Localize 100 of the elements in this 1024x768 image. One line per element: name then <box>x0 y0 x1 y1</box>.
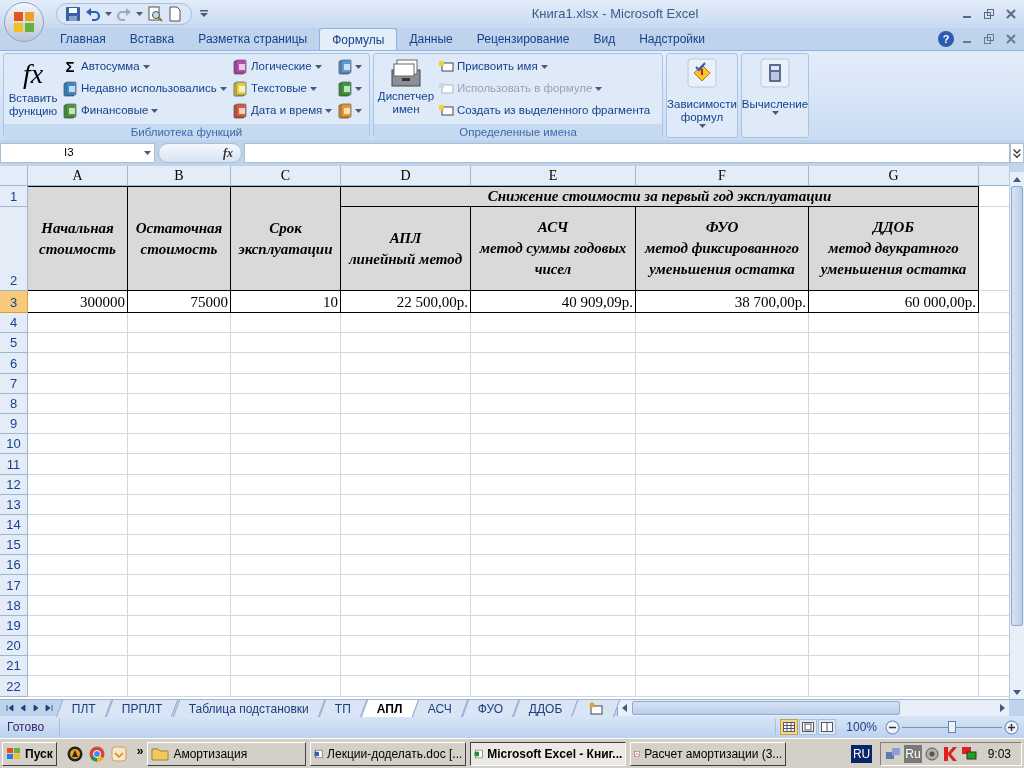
row-header[interactable]: 9 <box>0 413 28 435</box>
column-header[interactable]: D <box>341 166 471 186</box>
start-button[interactable]: Пуск <box>2 741 57 766</box>
view-button[interactable] <box>799 719 818 735</box>
vertical-scrollbar[interactable] <box>1009 166 1024 699</box>
library-menu-button[interactable] <box>337 100 362 122</box>
library-menu-button[interactable]: Текстовые <box>232 78 337 100</box>
sheet-tab[interactable]: АПЛ <box>360 699 419 717</box>
row-header[interactable]: 7 <box>0 373 28 394</box>
sheet-tab[interactable]: ТП <box>318 699 367 717</box>
library-menu-button[interactable] <box>337 56 362 78</box>
zoom-slider[interactable] <box>902 719 1002 735</box>
row-header[interactable]: 11 <box>0 454 28 475</box>
expand-icon[interactable] <box>1010 143 1024 163</box>
horizontal-scrollbar[interactable] <box>616 699 1009 717</box>
row-header[interactable]: 5 <box>0 333 28 354</box>
name-manager-button[interactable]: Диспетчер имен <box>374 56 438 124</box>
zoom-level[interactable]: 100% <box>846 718 877 736</box>
browser-icon[interactable] <box>88 745 105 762</box>
row-header[interactable]: 16 <box>0 555 28 576</box>
library-menu-button[interactable]: Финансовые <box>62 100 232 122</box>
names-menu-button[interactable]: Создать из выделенного фрагмента <box>438 100 651 122</box>
taskbar-button[interactable]: Расчет амортизации (3... <box>630 741 787 766</box>
column-header[interactable]: G <box>809 166 979 186</box>
taskbar-button[interactable]: Лекции-доделать.doc [... <box>310 741 467 766</box>
antivirus-icon[interactable] <box>941 745 958 762</box>
name-box[interactable]: I3 <box>0 143 155 163</box>
restore-icon[interactable] <box>984 34 994 44</box>
column-header[interactable]: F <box>636 166 809 186</box>
taskbar-button[interactable]: Microsoft Excel - Книг... <box>470 741 627 766</box>
names-menu-button[interactable]: Присвоить имя <box>438 56 651 78</box>
ribbon-tab[interactable]: Вставка <box>117 28 187 50</box>
library-menu-button[interactable] <box>337 78 362 100</box>
zoom-slider-thumb[interactable] <box>948 720 956 733</box>
tray-language-icon[interactable]: Ru <box>904 744 922 763</box>
library-menu-button[interactable]: Логические <box>232 56 337 78</box>
column-header[interactable]: A <box>28 166 128 186</box>
split-handle[interactable] <box>1010 166 1024 172</box>
row-header[interactable]: 8 <box>0 393 28 414</box>
undo-icon[interactable] <box>85 6 101 22</box>
zoom-in-icon[interactable] <box>1004 719 1019 735</box>
mail-app-icon[interactable] <box>110 745 127 762</box>
down-arrow-icon[interactable] <box>1013 689 1021 695</box>
insert-function-button[interactable]: fx <box>158 143 242 163</box>
ribbon-tab[interactable]: Главная <box>48 28 118 50</box>
row-header[interactable]: 1 <box>0 186 28 207</box>
customize-toolbar-icon[interactable] <box>200 10 208 18</box>
more-toolbar-button[interactable]: » <box>136 741 144 760</box>
view-button[interactable] <box>780 719 799 735</box>
row-header[interactable]: 2 <box>0 207 28 291</box>
row-header[interactable]: 4 <box>0 313 28 334</box>
tab-scroll-icon[interactable] <box>44 704 53 712</box>
circle-app-icon[interactable] <box>66 745 83 762</box>
ribbon-big-button[interactable]: Вычисление <box>741 53 809 138</box>
library-menu-button[interactable]: Дата и время <box>232 100 337 122</box>
library-menu-button[interactable]: Σ Автосумма <box>62 56 232 78</box>
row-header[interactable]: 13 <box>0 494 28 515</box>
new-sheet-icon[interactable] <box>587 701 604 715</box>
row-header[interactable]: 19 <box>0 615 28 636</box>
sheet-tab[interactable]: ПРПЛТ <box>106 699 179 717</box>
sheet-tab[interactable]: АСЧ <box>412 699 469 717</box>
row-header[interactable]: 14 <box>0 514 28 536</box>
zoom-out-icon[interactable] <box>885 719 900 735</box>
row-header[interactable]: 15 <box>0 535 28 556</box>
ribbon-tab[interactable]: Рецензирование <box>464 28 582 50</box>
column-header[interactable]: E <box>471 166 636 186</box>
library-menu-button[interactable]: Недавно использовались <box>62 78 232 100</box>
formula-input[interactable] <box>244 143 1010 163</box>
row-header[interactable]: 17 <box>0 575 28 596</box>
print-preview-icon[interactable] <box>147 6 163 22</box>
ribbon-tab[interactable]: Формулы <box>319 28 398 50</box>
sheet-tab[interactable]: ФУО <box>462 699 520 717</box>
network-icon[interactable] <box>885 745 902 762</box>
speaker-icon[interactable] <box>924 745 939 762</box>
new-document-icon[interactable] <box>167 6 183 22</box>
column-header[interactable]: C <box>231 166 341 186</box>
ribbon-tab[interactable]: Надстройки <box>627 28 717 50</box>
row-header[interactable]: 22 <box>0 676 28 697</box>
row-header[interactable]: 18 <box>0 595 28 616</box>
restore-icon[interactable] <box>984 9 994 19</box>
right-arrow-icon[interactable] <box>999 704 1005 712</box>
ribbon-tab[interactable]: Данные <box>397 28 465 50</box>
monitor-icon[interactable] <box>960 745 977 762</box>
help-button[interactable]: ? <box>938 31 954 47</box>
tab-scroll-icon[interactable] <box>6 704 15 712</box>
row-header[interactable]: 6 <box>0 353 28 374</box>
close-icon[interactable] <box>1006 9 1016 19</box>
close-icon[interactable] <box>1006 34 1016 44</box>
sheet-tab[interactable]: ДДОБ <box>513 699 579 717</box>
insert-function-button[interactable]: fx Вставить функцию <box>4 56 62 124</box>
left-arrow-icon[interactable] <box>622 704 628 712</box>
row-header[interactable]: 20 <box>0 636 28 657</box>
ribbon-big-button[interactable]: Зависимости формул <box>666 53 738 138</box>
language-indicator[interactable]: RU <box>850 744 873 763</box>
sheet-tab[interactable]: Таблица подстановки <box>172 699 325 717</box>
row-header[interactable]: 21 <box>0 656 28 677</box>
ribbon-tab[interactable]: Вид <box>581 28 628 50</box>
row-header[interactable]: 10 <box>0 434 28 455</box>
column-header[interactable]: B <box>128 166 231 186</box>
row-header[interactable]: 12 <box>0 474 28 495</box>
